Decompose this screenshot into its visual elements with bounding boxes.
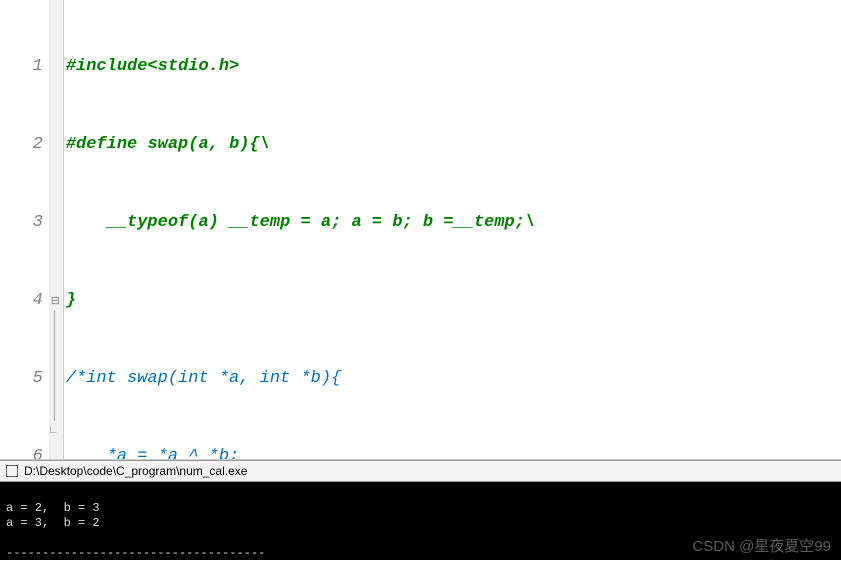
code-editor[interactable]: 1 2 3 4 5 6 7 8 9 10 11 12 13 14 15 16 1… — [0, 0, 841, 460]
line-number: 3 — [2, 210, 43, 236]
console-icon — [6, 465, 18, 477]
code-line[interactable]: *a = *a ^ *b; — [66, 444, 841, 460]
fold-toggle-icon[interactable]: ⊟ — [51, 289, 60, 315]
line-number: 4 — [2, 288, 43, 314]
watermark-text: CSDN @星夜夏空99 — [692, 539, 831, 554]
line-number: 2 — [2, 132, 43, 158]
code-line[interactable]: #include<stdio.h> — [66, 54, 841, 80]
code-line[interactable]: /*int swap(int *a, int *b){ — [66, 366, 841, 392]
fold-column[interactable]: ⊟ ∟ — [50, 0, 64, 459]
line-number: 6 — [2, 444, 43, 460]
console-line: a = 2, b = 3 — [6, 501, 100, 515]
fold-end-icon: ∟ — [50, 418, 57, 444]
console-title-text: D:\Desktop\code\C_program\num_cal.exe — [24, 464, 247, 478]
console-line: a = 3, b = 2 — [6, 516, 100, 530]
fold-guide — [54, 311, 55, 421]
line-number-gutter: 1 2 3 4 5 6 7 8 9 10 11 12 13 14 15 16 1… — [0, 0, 50, 459]
console-separator: ------------------------------------ — [6, 546, 265, 560]
console-output[interactable]: a = 2, b = 3 a = 3, b = 2 --------------… — [0, 482, 841, 560]
code-area[interactable]: #include<stdio.h> #define swap(a, b){\ _… — [64, 0, 841, 459]
line-number: 5 — [2, 366, 43, 392]
code-line[interactable]: #define swap(a, b){\ — [66, 132, 841, 158]
code-line[interactable]: } — [66, 288, 841, 314]
console-titlebar[interactable]: D:\Desktop\code\C_program\num_cal.exe — [0, 460, 841, 482]
code-line[interactable]: __typeof(a) __temp = a; a = b; b =__temp… — [66, 210, 841, 236]
line-number: 1 — [2, 54, 43, 80]
